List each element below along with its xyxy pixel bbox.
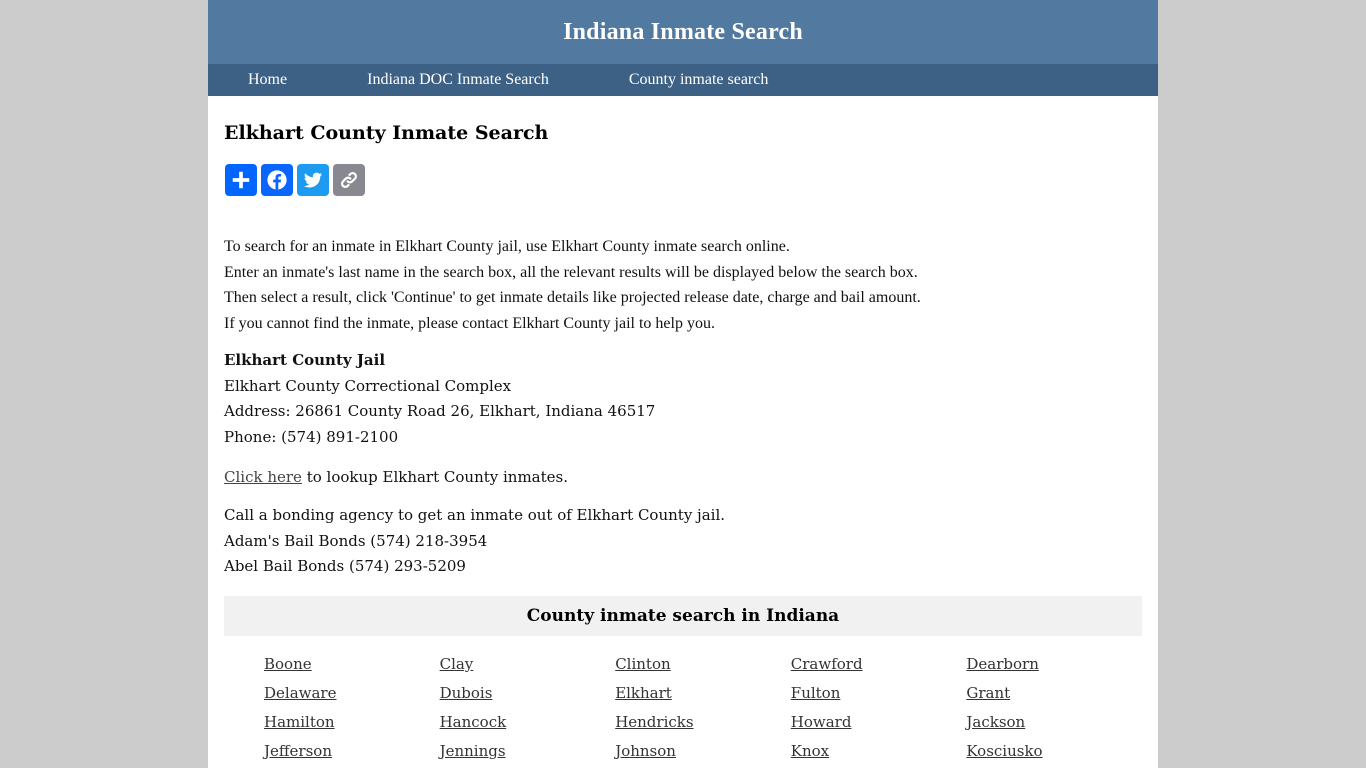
county-link-dubois[interactable]: Dubois bbox=[440, 683, 616, 703]
site-header: Indiana Inmate Search bbox=[208, 0, 1158, 64]
county-link-crawford[interactable]: Crawford bbox=[791, 654, 967, 674]
lookup-line: Click here to lookup Elkhart County inma… bbox=[224, 465, 568, 491]
bail-agency: Adam's Bail Bonds (574) 218-3954 bbox=[224, 531, 488, 550]
intro-line: Enter an inmate's last name in the searc… bbox=[224, 263, 918, 281]
jail-info: Elkhart County Jail Elkhart County Corre… bbox=[224, 348, 655, 451]
intro-line: If you cannot find the inmate, please co… bbox=[224, 315, 715, 333]
county-section-heading: County inmate search in Indiana bbox=[224, 596, 1142, 636]
site-title: Indiana Inmate Search bbox=[563, 18, 803, 45]
facebook-share-button[interactable] bbox=[261, 164, 293, 196]
county-link-hendricks[interactable]: Hendricks bbox=[615, 712, 791, 732]
plus-icon bbox=[232, 171, 250, 189]
share-button[interactable] bbox=[225, 164, 257, 196]
jail-phone: Phone: (574) 891-2100 bbox=[224, 428, 399, 447]
county-search-section: County inmate search in Indiana Boone Cl… bbox=[224, 596, 1142, 761]
county-link-jennings[interactable]: Jennings bbox=[440, 741, 616, 761]
jail-facility: Elkhart County Correctional Complex bbox=[224, 376, 512, 395]
county-link-howard[interactable]: Howard bbox=[791, 712, 967, 732]
nav-indiana-doc-inmate-search[interactable]: Indiana DOC Inmate Search bbox=[367, 71, 549, 89]
county-link-clay[interactable]: Clay bbox=[440, 654, 616, 674]
county-link-hamilton[interactable]: Hamilton bbox=[264, 712, 440, 732]
bail-bonds-info: Call a bonding agency to get an inmate o… bbox=[224, 503, 725, 580]
county-link-grant[interactable]: Grant bbox=[966, 683, 1142, 703]
county-link-jefferson[interactable]: Jefferson bbox=[264, 741, 440, 761]
intro-line: To search for an inmate in Elkhart Count… bbox=[224, 238, 790, 255]
county-link-johnson[interactable]: Johnson bbox=[615, 741, 791, 761]
share-buttons bbox=[225, 164, 365, 196]
jail-address: Address: 26861 County Road 26, Elkhart, … bbox=[224, 402, 656, 421]
county-link-hancock[interactable]: Hancock bbox=[440, 712, 616, 732]
county-list: Boone Clay Clinton Crawford Dearborn Del… bbox=[224, 654, 1142, 761]
county-link-delaware[interactable]: Delaware bbox=[264, 683, 440, 703]
nav-county-inmate-search[interactable]: County inmate search bbox=[629, 71, 769, 89]
county-link-clinton[interactable]: Clinton bbox=[615, 654, 791, 674]
click-here-link[interactable]: Click here bbox=[224, 468, 302, 486]
jail-name: Elkhart County Jail bbox=[224, 351, 386, 369]
nav-home[interactable]: Home bbox=[248, 71, 287, 89]
county-link-knox[interactable]: Knox bbox=[791, 741, 967, 761]
page-container: Indiana Inmate Search Home Indiana DOC I… bbox=[208, 0, 1158, 768]
link-icon bbox=[341, 172, 357, 188]
county-link-fulton[interactable]: Fulton bbox=[791, 683, 967, 703]
page-title: Elkhart County Inmate Search bbox=[224, 122, 549, 144]
intro-line: Then select a result, click 'Continue' t… bbox=[224, 289, 921, 307]
lookup-text: to lookup Elkhart County inmates. bbox=[301, 468, 568, 486]
bonds-intro: Call a bonding agency to get an inmate o… bbox=[224, 506, 726, 524]
intro-text: To search for an inmate in Elkhart Count… bbox=[224, 234, 921, 337]
county-link-jackson[interactable]: Jackson bbox=[966, 712, 1142, 732]
county-link-boone[interactable]: Boone bbox=[264, 654, 440, 674]
facebook-icon bbox=[267, 170, 287, 190]
county-link-dearborn[interactable]: Dearborn bbox=[966, 654, 1142, 674]
main-nav: Home Indiana DOC Inmate Search County in… bbox=[208, 64, 1158, 96]
bail-agency: Abel Bail Bonds (574) 293-5209 bbox=[224, 557, 466, 576]
twitter-share-button[interactable] bbox=[297, 164, 329, 196]
copy-link-button[interactable] bbox=[333, 164, 365, 196]
county-link-kosciusko[interactable]: Kosciusko bbox=[966, 741, 1142, 761]
county-link-elkhart[interactable]: Elkhart bbox=[615, 683, 791, 703]
twitter-icon bbox=[303, 172, 323, 188]
